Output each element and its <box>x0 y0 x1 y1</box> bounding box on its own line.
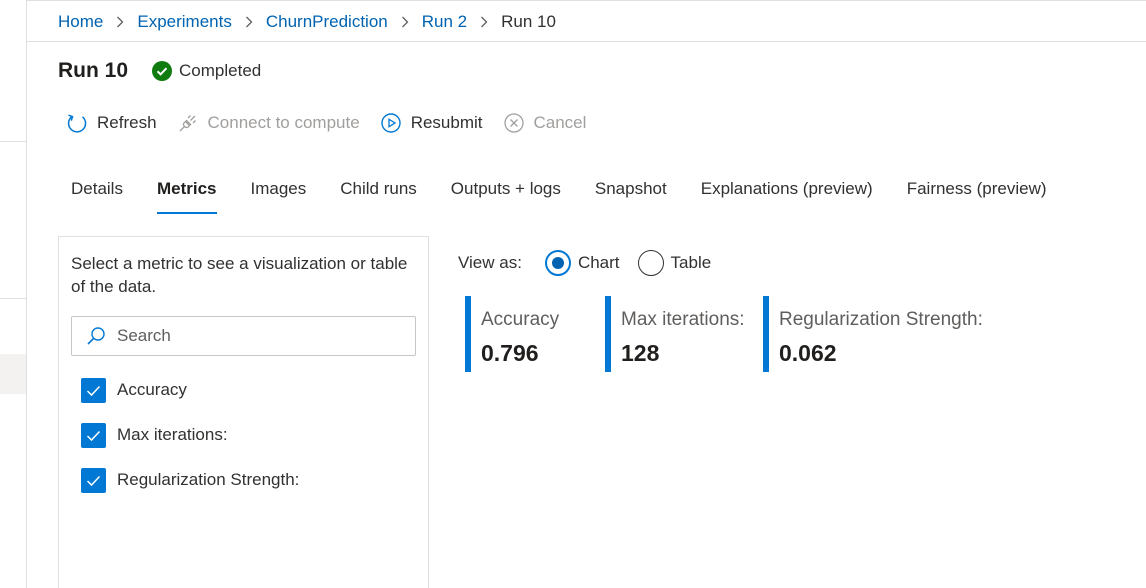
radio-label: Table <box>670 253 712 272</box>
search-icon <box>87 327 105 345</box>
toolbar: Refresh Connect to compute Resubmit Canc… <box>66 110 606 136</box>
connect-to-compute-button[interactable]: Connect to compute <box>177 112 360 134</box>
title-row: Run 10 Completed <box>58 57 261 85</box>
checkbox-checked[interactable] <box>81 377 106 403</box>
breadcrumb-parent-run[interactable]: Run 2 <box>422 12 467 32</box>
check-circle-icon <box>152 61 173 81</box>
radio-button[interactable] <box>637 250 664 276</box>
page: Home Experiments ChurnPrediction Run 2 R… <box>0 0 1146 588</box>
status-text: Completed <box>179 61 262 80</box>
cancel-label: Cancel <box>533 113 587 132</box>
chevron-right-icon <box>232 16 266 28</box>
panel-description: Select a metric to see a visualization o… <box>71 254 408 296</box>
tab-fairness[interactable]: Fairness (preview) <box>907 176 1047 216</box>
metric-card-value: 0.062 <box>779 340 837 366</box>
chevron-right-icon <box>388 16 422 28</box>
cancel-button[interactable]: Cancel <box>503 112 587 134</box>
metric-label: Regularization Strength: <box>117 470 300 489</box>
metric-card-name: Max iterations: <box>621 309 745 330</box>
refresh-icon <box>67 114 87 133</box>
metric-checkbox-regularization[interactable]: Regularization Strength: <box>81 467 299 493</box>
checkmark-icon <box>86 475 101 486</box>
metric-card-name: Regularization Strength: <box>779 309 983 330</box>
metric-selection-panel: Select a metric to see a visualization o… <box>58 236 429 588</box>
chevron-right-icon <box>103 16 137 28</box>
metric-card-value: 0.796 <box>481 340 539 366</box>
refresh-label: Refresh <box>97 113 157 132</box>
breadcrumb-experiments[interactable]: Experiments <box>137 12 231 32</box>
tab-images[interactable]: Images <box>251 176 307 216</box>
checkmark-icon <box>86 430 101 441</box>
metric-card-max-iterations: Max iterations: 128 <box>605 296 763 372</box>
rail-divider <box>0 141 26 142</box>
breadcrumb: Home Experiments ChurnPrediction Run 2 R… <box>58 10 556 34</box>
resubmit-label: Resubmit <box>410 113 483 132</box>
tab-outputs-logs[interactable]: Outputs + logs <box>451 176 561 216</box>
breadcrumb-divider <box>27 41 1146 42</box>
play-circle-icon <box>380 113 401 133</box>
search-input[interactable] <box>117 326 397 346</box>
metric-checkbox-accuracy[interactable]: Accuracy <box>81 377 299 403</box>
top-border <box>27 0 1146 1</box>
metric-card-value: 128 <box>621 340 660 366</box>
tab-metrics[interactable]: Metrics <box>156 176 217 216</box>
resubmit-button[interactable]: Resubmit <box>380 112 483 134</box>
status-badge: Completed <box>152 61 261 81</box>
radio-button-selected[interactable] <box>544 250 571 276</box>
metric-cards: Accuracy 0.796 Max iterations: 128 Regul… <box>465 296 1003 372</box>
metric-label: Max iterations: <box>117 425 228 444</box>
radio-label: Chart <box>577 253 620 272</box>
cancel-icon <box>503 113 524 133</box>
connect-label: Connect to compute <box>207 113 360 132</box>
breadcrumb-current: Run 10 <box>501 12 556 31</box>
radio-chart[interactable]: Chart <box>544 250 620 276</box>
tab-child-runs[interactable]: Child runs <box>340 176 417 216</box>
chevron-right-icon <box>467 16 501 28</box>
tab-details[interactable]: Details <box>71 176 123 216</box>
tab-bar: Details Metrics Images Child runs Output… <box>71 176 1081 216</box>
page-title: Run 10 <box>58 59 129 82</box>
metric-card-regularization: Regularization Strength: 0.062 <box>763 296 1003 372</box>
metric-checkbox-max-iterations[interactable]: Max iterations: <box>81 422 299 448</box>
refresh-button[interactable]: Refresh <box>66 112 157 134</box>
metric-checklist: Accuracy Max iterations: Regularization … <box>81 377 299 512</box>
tab-explanations[interactable]: Explanations (preview) <box>701 176 873 216</box>
rail-divider <box>0 298 26 299</box>
breadcrumb-experiment[interactable]: ChurnPrediction <box>266 12 388 32</box>
search-box[interactable] <box>71 316 416 356</box>
rail-selected-item[interactable] <box>0 354 26 394</box>
radio-table[interactable]: Table <box>637 250 712 276</box>
metric-label: Accuracy <box>117 380 187 399</box>
view-as-group: View as: Chart Table <box>458 249 729 277</box>
view-as-label: View as: <box>458 253 522 272</box>
checkbox-checked[interactable] <box>81 422 106 448</box>
breadcrumb-home[interactable]: Home <box>58 12 103 32</box>
checkbox-checked[interactable] <box>81 467 106 493</box>
metric-card-accuracy: Accuracy 0.796 <box>465 296 605 372</box>
left-nav-rail <box>0 0 27 588</box>
metric-card-name: Accuracy <box>481 309 560 330</box>
plug-icon <box>179 115 196 132</box>
checkmark-icon <box>86 385 101 396</box>
tab-snapshot[interactable]: Snapshot <box>595 176 667 216</box>
